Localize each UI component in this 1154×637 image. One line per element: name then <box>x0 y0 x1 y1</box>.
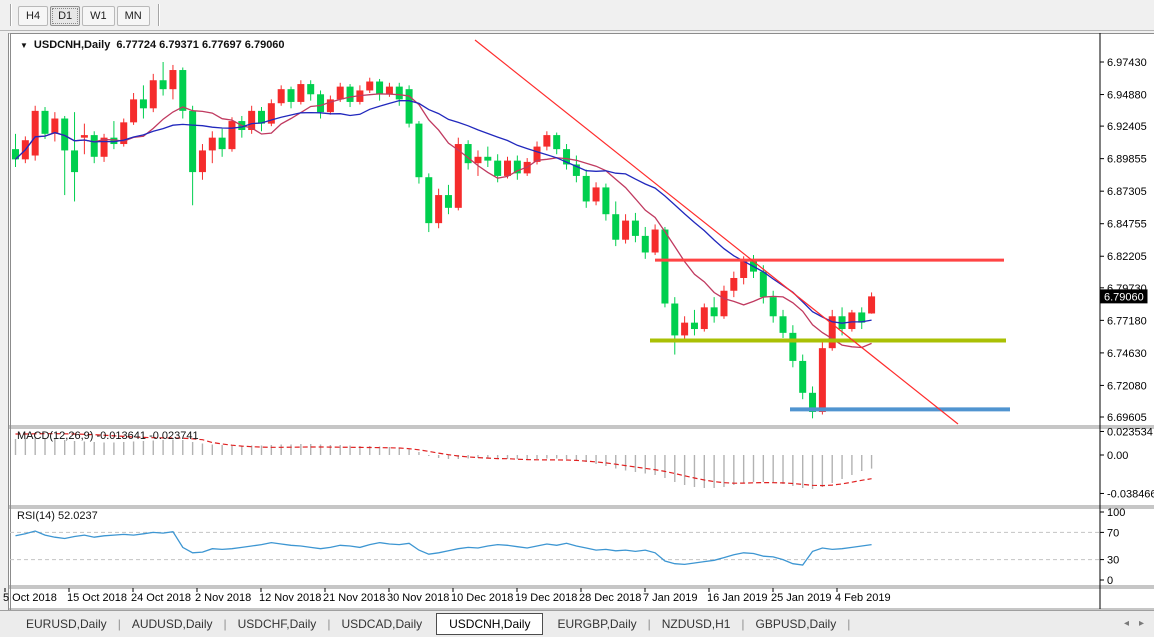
chart-title: ▼ USDCNH,Daily 6.77724 6.79371 6.77697 6… <box>20 39 285 51</box>
tab-scroll-right-icon[interactable]: ▸ <box>1139 618 1144 629</box>
period-button-w1[interactable]: W1 <box>82 6 115 26</box>
tab-scroll-left-icon[interactable]: ◂ <box>1124 618 1129 629</box>
rsi-indicator-label: RSI(14) 52.0237 <box>17 510 98 522</box>
chart-dropdown-icon[interactable]: ▼ <box>20 41 28 50</box>
period-button-d1[interactable]: D1 <box>50 6 80 26</box>
period-button-mn[interactable]: MN <box>117 6 150 26</box>
chart-tabstrip: EURUSD,Daily|AUDUSD,Daily|USDCHF,Daily|U… <box>0 610 1154 637</box>
tab-separator: | <box>647 617 652 631</box>
tab-separator: | <box>846 617 851 631</box>
chart-tab-gbpusd[interactable]: GBPUSD,Daily <box>746 613 847 635</box>
chart-tab-usdcnh[interactable]: USDCNH,Daily <box>436 613 543 635</box>
period-toolbar: H4D1W1MN <box>0 0 1154 31</box>
chart-tab-eurusd[interactable]: EURUSD,Daily <box>16 613 117 635</box>
tab-separator: | <box>740 617 745 631</box>
tab-scroll-arrows: ◂ ▸ <box>1124 618 1144 629</box>
chart-tab-eurgbp[interactable]: EURGBP,Daily <box>547 613 646 635</box>
period-button-h4[interactable]: H4 <box>18 6 48 26</box>
chart-tab-nzdusd[interactable]: NZDUSD,H1 <box>652 613 741 635</box>
chart-window[interactable] <box>8 33 1154 610</box>
chart-tab-usdcad[interactable]: USDCAD,Daily <box>331 613 432 635</box>
toolbar-separator <box>158 4 160 26</box>
chart-tab-usdchf[interactable]: USDCHF,Daily <box>228 613 327 635</box>
toolbar-grip <box>10 4 12 26</box>
chart-tab-audusd[interactable]: AUDUSD,Daily <box>122 613 223 635</box>
tab-separator: | <box>223 617 228 631</box>
macd-indicator-label: MACD(12,26,9) -0.013641 -0.023741 <box>17 430 199 442</box>
chart-symbol-label: USDCNH,Daily <box>34 39 110 51</box>
chart-ohlc-values: 6.77724 6.79371 6.77697 6.79060 <box>116 39 284 51</box>
